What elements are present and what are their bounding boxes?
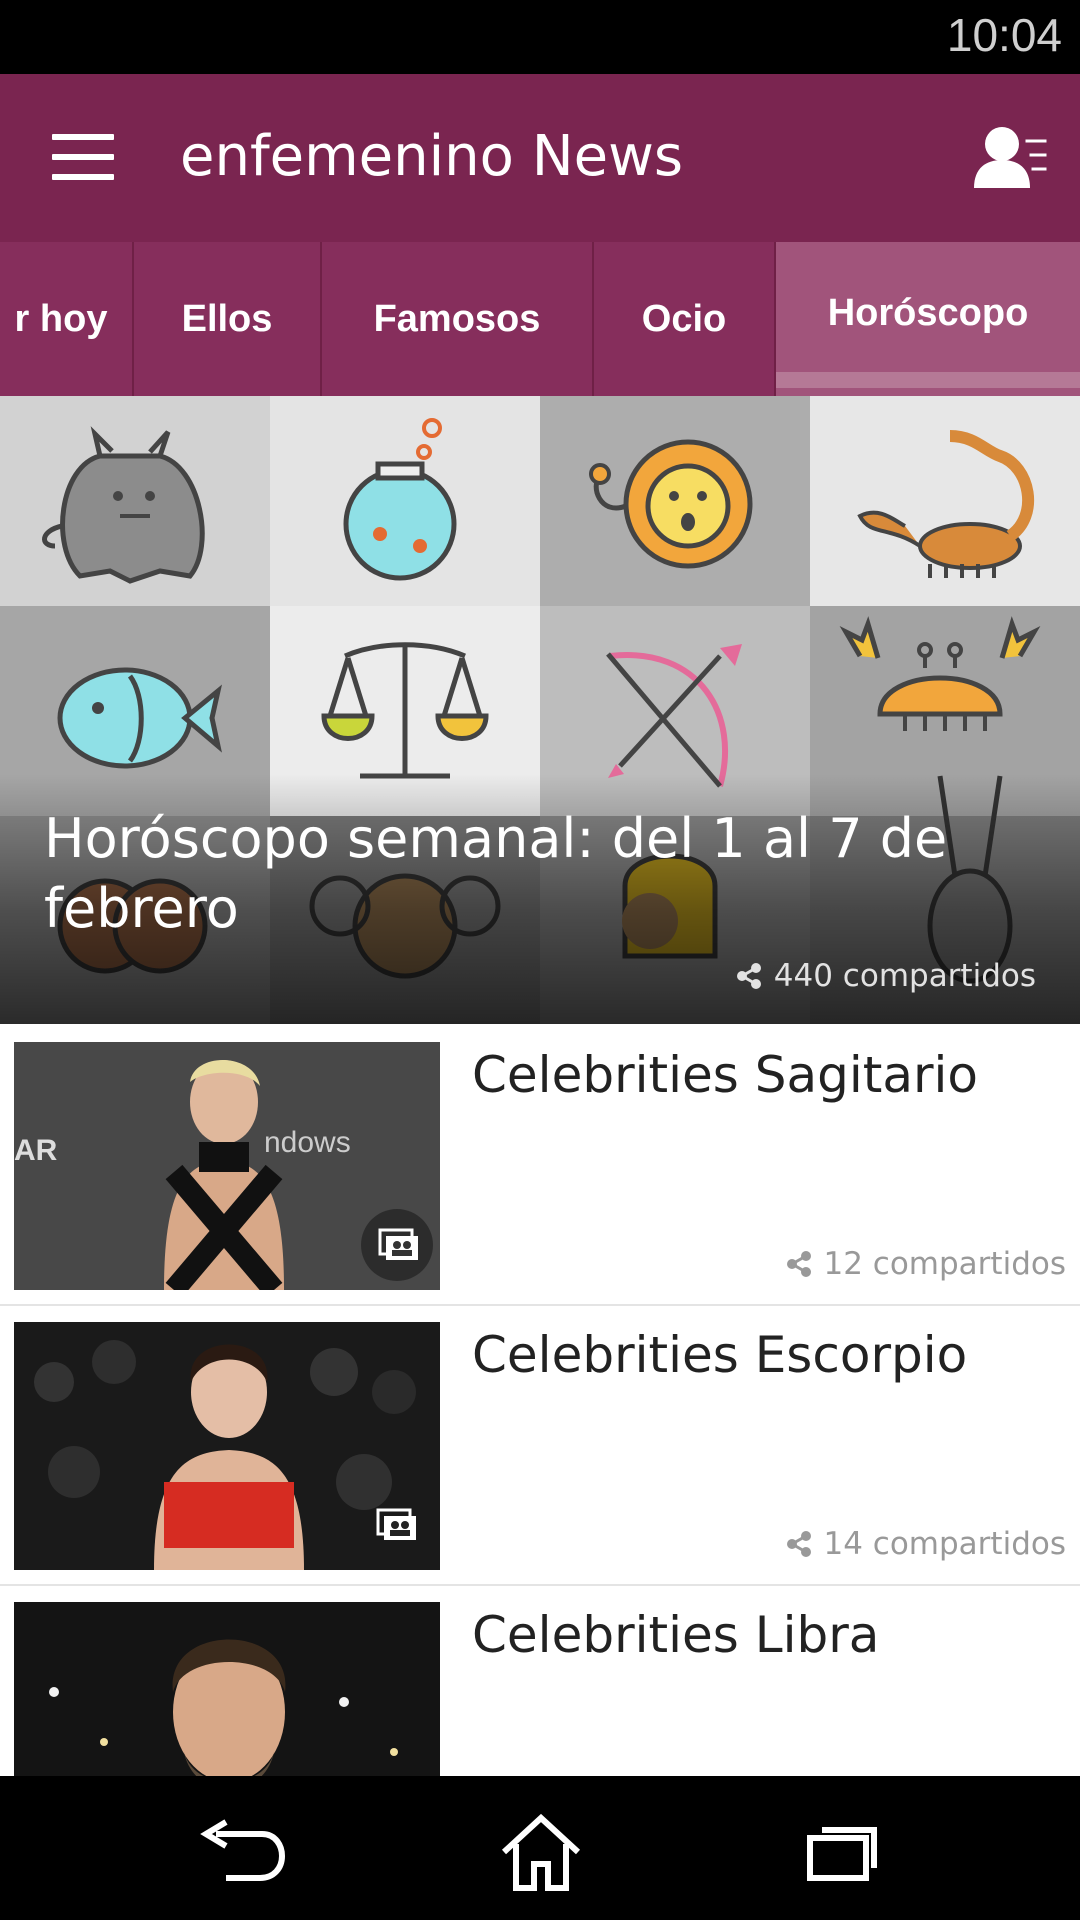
system-nav-bar (0, 1776, 1080, 1920)
share-text: 12 compartidos (823, 1246, 1067, 1282)
tab-label: Horóscopo (827, 291, 1029, 334)
status-time: 10:04 (946, 9, 1062, 61)
article-item[interactable]: Celebrities Escorpio 14 compartidos (0, 1304, 1080, 1586)
share-text: 14 compartidos (823, 1526, 1067, 1562)
article-thumbnail: AR ndows (14, 1042, 440, 1290)
tab-label: Famosos (373, 297, 541, 340)
share-icon (786, 1531, 811, 1557)
svg-text:AR: AR (14, 1134, 58, 1167)
article-title: Celebrities Libra (472, 1606, 880, 1664)
hero-share-count: 440 compartidos (736, 958, 1036, 994)
share-icon (786, 1251, 811, 1277)
tab-hoy[interactable]: r hoy (0, 242, 134, 396)
tab-label: Ocio (641, 297, 727, 340)
article-title: Celebrities Sagitario (472, 1046, 979, 1104)
app-bar: enfemenino News (0, 74, 1080, 242)
article-thumbnail (14, 1602, 440, 1776)
recents-icon[interactable] (796, 1812, 886, 1892)
tab-ellos[interactable]: Ellos (134, 242, 322, 396)
share-icon (736, 963, 761, 989)
article-item[interactable]: AR ndows Celebrities Sagitario 12 compar… (0, 1024, 1080, 1306)
article-share-count: 14 compartidos (786, 1526, 1067, 1562)
tab-horoscopo[interactable]: Horóscopo (776, 242, 1080, 396)
article-share-count: 12 compartidos (786, 1246, 1067, 1282)
profile-settings-icon[interactable] (972, 124, 1052, 190)
photo-gallery-icon (376, 1508, 416, 1540)
app-title: enfemenino News (180, 124, 684, 189)
tab-ocio[interactable]: Ocio (594, 242, 776, 396)
hero-title: Horóscopo semanal: del 1 al 7 de febrero (44, 807, 948, 940)
share-text: 440 compartidos (773, 958, 1036, 994)
featured-article[interactable]: Horóscopo semanal: del 1 al 7 de febrero… (0, 396, 1080, 1024)
article-title: Celebrities Escorpio (472, 1326, 968, 1384)
article-thumbnail (14, 1322, 440, 1570)
tab-label: r hoy (14, 297, 108, 340)
tab-label: Ellos (181, 297, 273, 340)
tab-famosos[interactable]: Famosos (322, 242, 594, 396)
article-item[interactable]: Celebrities Libra (0, 1584, 1080, 1776)
article-list: AR ndows Celebrities Sagitario 12 compar… (0, 1024, 1080, 1776)
photo-gallery-icon (361, 1209, 433, 1281)
home-icon[interactable] (496, 1812, 586, 1892)
svg-text:ndows: ndows (264, 1126, 351, 1159)
category-tabs: r hoy Ellos Famosos Ocio Horóscopo (0, 242, 1080, 396)
menu-icon[interactable] (52, 134, 114, 180)
back-icon[interactable] (196, 1812, 286, 1892)
status-bar: 10:04 (0, 0, 1080, 74)
